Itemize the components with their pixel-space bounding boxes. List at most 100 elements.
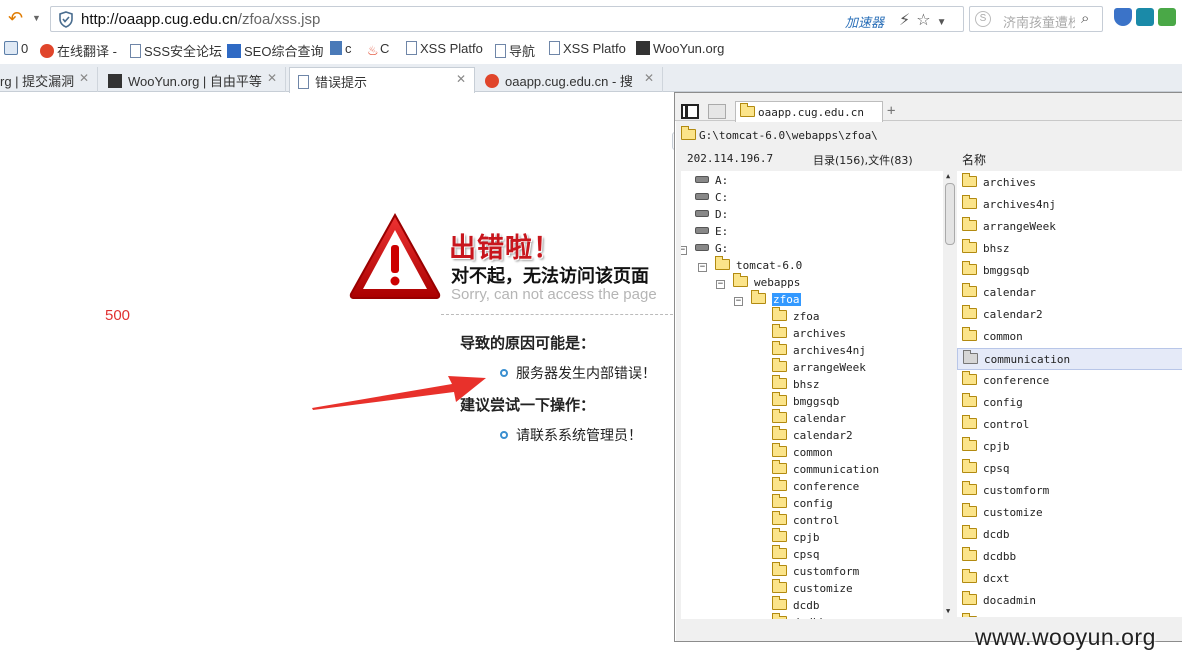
back-dropdown-icon[interactable]: ▼ bbox=[32, 8, 41, 28]
file-list-item[interactable]: cpjb bbox=[957, 436, 1182, 458]
search-input[interactable]: 济南孩童遭校 bbox=[1003, 12, 1075, 31]
bookmark-item[interactable]: 导航 bbox=[495, 41, 535, 60]
folder-icon bbox=[772, 545, 787, 559]
scroll-up-icon[interactable]: ▲ bbox=[946, 172, 950, 180]
tree-folder[interactable]: archives4nj bbox=[772, 341, 866, 361]
tree-folder[interactable]: common bbox=[772, 443, 833, 463]
close-icon[interactable]: ✕ bbox=[79, 71, 89, 85]
name-column-header[interactable]: 名称 bbox=[962, 151, 986, 168]
bookmark-item[interactable]: WooYun.org bbox=[636, 41, 724, 56]
tree-folder[interactable]: config bbox=[772, 494, 833, 514]
shield-extension-icon[interactable] bbox=[1114, 8, 1132, 26]
tree-drive[interactable]: A: bbox=[695, 174, 728, 191]
bookmark-item[interactable]: ♨C bbox=[367, 41, 389, 58]
tab-search[interactable]: oaapp.cug.edu.cn - 搜 ✕ bbox=[477, 67, 663, 92]
tree-folder-label: dcdbb bbox=[793, 616, 826, 619]
tree-folder[interactable]: customform bbox=[772, 562, 859, 582]
bookmark-item[interactable]: SEO综合查询 bbox=[227, 41, 323, 60]
file-list-item[interactable]: calendar2 bbox=[957, 304, 1182, 326]
lightning-icon[interactable]: ⚡ bbox=[899, 12, 910, 29]
file-list-item[interactable]: dcxt bbox=[957, 568, 1182, 590]
bookmark-item[interactable]: XSS Platfo bbox=[406, 41, 483, 56]
file-list-item[interactable]: bmggsqb bbox=[957, 260, 1182, 282]
reason-heading: 导致的原因可能是： bbox=[460, 335, 596, 352]
tree-drive[interactable]: E: bbox=[695, 225, 728, 242]
file-list-item[interactable]: arrangeWeek bbox=[957, 216, 1182, 238]
close-icon[interactable]: ✕ bbox=[267, 71, 277, 85]
tree-folder[interactable]: control bbox=[772, 511, 839, 531]
error-subtitle-en: Sorry, can not access the page bbox=[451, 286, 657, 303]
panel-toggle-button[interactable] bbox=[681, 104, 699, 119]
file-list-item[interactable]: cpsq bbox=[957, 458, 1182, 480]
close-icon[interactable]: ✕ bbox=[456, 72, 466, 86]
path-bar[interactable]: G:\tomcat-6.0\webapps\zfoa\ bbox=[679, 126, 1182, 144]
collapse-icon[interactable]: − bbox=[681, 246, 687, 255]
tree-drive[interactable]: D: bbox=[695, 208, 728, 225]
extension-icons bbox=[1114, 8, 1180, 26]
folder-icon bbox=[962, 371, 977, 385]
tree-folder[interactable]: conference bbox=[772, 477, 859, 497]
file-list-item[interactable]: communication bbox=[957, 348, 1182, 370]
folder-icon bbox=[962, 239, 977, 253]
tree-folder[interactable]: calendar bbox=[772, 409, 846, 429]
search-box[interactable]: S 济南孩童遭校 ⌕ bbox=[969, 6, 1103, 32]
address-bar[interactable]: http://oaapp.cug.edu.cn/zfoa/xss.jsp 加速器… bbox=[50, 6, 964, 32]
tab-error-page[interactable]: 错误提示 ✕ bbox=[289, 67, 475, 93]
tab-wooyun-submit[interactable]: rg | 提交漏洞 ✕ bbox=[0, 67, 98, 92]
file-list-item[interactable]: calendar bbox=[957, 282, 1182, 304]
scrollbar-thumb[interactable] bbox=[945, 183, 955, 245]
search-engine-icon[interactable]: S bbox=[975, 11, 991, 27]
file-list-item[interactable]: conference bbox=[957, 370, 1182, 392]
panel-button[interactable] bbox=[708, 104, 726, 119]
tree-drive[interactable]: C: bbox=[695, 191, 728, 208]
bookmark-icon bbox=[330, 41, 342, 55]
collapse-icon[interactable]: − bbox=[716, 280, 725, 289]
file-list-item[interactable]: dcdbb bbox=[957, 546, 1182, 568]
bookmark-item[interactable]: c bbox=[330, 41, 352, 56]
file-list-item[interactable]: common bbox=[957, 326, 1182, 348]
search-extension-icon[interactable] bbox=[1136, 8, 1154, 26]
tree-folder[interactable]: customize bbox=[772, 579, 853, 599]
bookmark-folder[interactable]: 0 bbox=[4, 41, 28, 56]
collapse-icon[interactable]: − bbox=[734, 297, 743, 306]
url-text[interactable]: http://oaapp.cug.edu.cn/zfoa/xss.jsp bbox=[81, 11, 320, 28]
tree-folder[interactable]: dcdbb bbox=[772, 613, 826, 619]
tree-folder[interactable]: bmggsqb bbox=[772, 392, 839, 412]
accelerator-button[interactable]: 加速器 bbox=[845, 12, 884, 31]
file-manager-tab[interactable]: oaapp.cug.edu.cn bbox=[735, 101, 883, 122]
bookmark-item[interactable]: XSS Platfo bbox=[549, 41, 626, 56]
star-icon[interactable]: ☆ bbox=[916, 12, 930, 29]
add-tab-button[interactable]: + bbox=[887, 103, 895, 119]
tree-folder[interactable]: calendar2 bbox=[772, 426, 853, 446]
scroll-down-icon[interactable]: ▼ bbox=[946, 607, 950, 615]
dropdown-icon[interactable]: ▼ bbox=[937, 17, 947, 28]
tree-scrollbar[interactable]: ▲ ▼ bbox=[943, 171, 957, 619]
file-list-item[interactable]: bhsz bbox=[957, 238, 1182, 260]
folder-icon bbox=[772, 443, 787, 457]
file-list-item[interactable]: dcdb bbox=[957, 524, 1182, 546]
bookmark-item[interactable]: 在线翻译 - bbox=[40, 41, 117, 60]
file-list-item[interactable]: docs bbox=[957, 612, 1182, 617]
file-list-item[interactable]: archives bbox=[957, 172, 1182, 194]
tab-wooyun[interactable]: WooYun.org | 自由平等 ✕ bbox=[100, 67, 286, 92]
back-button[interactable]: ↶ ▼ bbox=[8, 8, 41, 28]
extension-icon[interactable] bbox=[1158, 8, 1176, 26]
path-text: G:\tomcat-6.0\webapps\zfoa\ bbox=[699, 129, 878, 142]
tree-folder[interactable]: archives bbox=[772, 324, 846, 344]
tree-folder[interactable]: communication bbox=[772, 460, 879, 480]
file-list-item[interactable]: config bbox=[957, 392, 1182, 414]
collapse-icon[interactable]: − bbox=[698, 263, 707, 272]
tree-folder[interactable]: arrangeWeek bbox=[772, 358, 866, 378]
file-list-item[interactable]: archives4nj bbox=[957, 194, 1182, 216]
tree-node-selected[interactable]: − zfoa bbox=[734, 290, 801, 310]
file-list-item[interactable]: customize bbox=[957, 502, 1182, 524]
close-icon[interactable]: ✕ bbox=[644, 71, 654, 85]
file-list-item[interactable]: customform bbox=[957, 480, 1182, 502]
folder-icon bbox=[962, 613, 977, 617]
drive-icon bbox=[695, 210, 709, 217]
bookmark-item[interactable]: SSS安全论坛 bbox=[130, 41, 222, 60]
file-list-item[interactable]: control bbox=[957, 414, 1182, 436]
tree-node[interactable]: − tomcat-6.0 bbox=[698, 256, 802, 276]
search-icon[interactable]: ⌕ bbox=[1081, 10, 1089, 27]
file-list-item[interactable]: docadmin bbox=[957, 590, 1182, 612]
